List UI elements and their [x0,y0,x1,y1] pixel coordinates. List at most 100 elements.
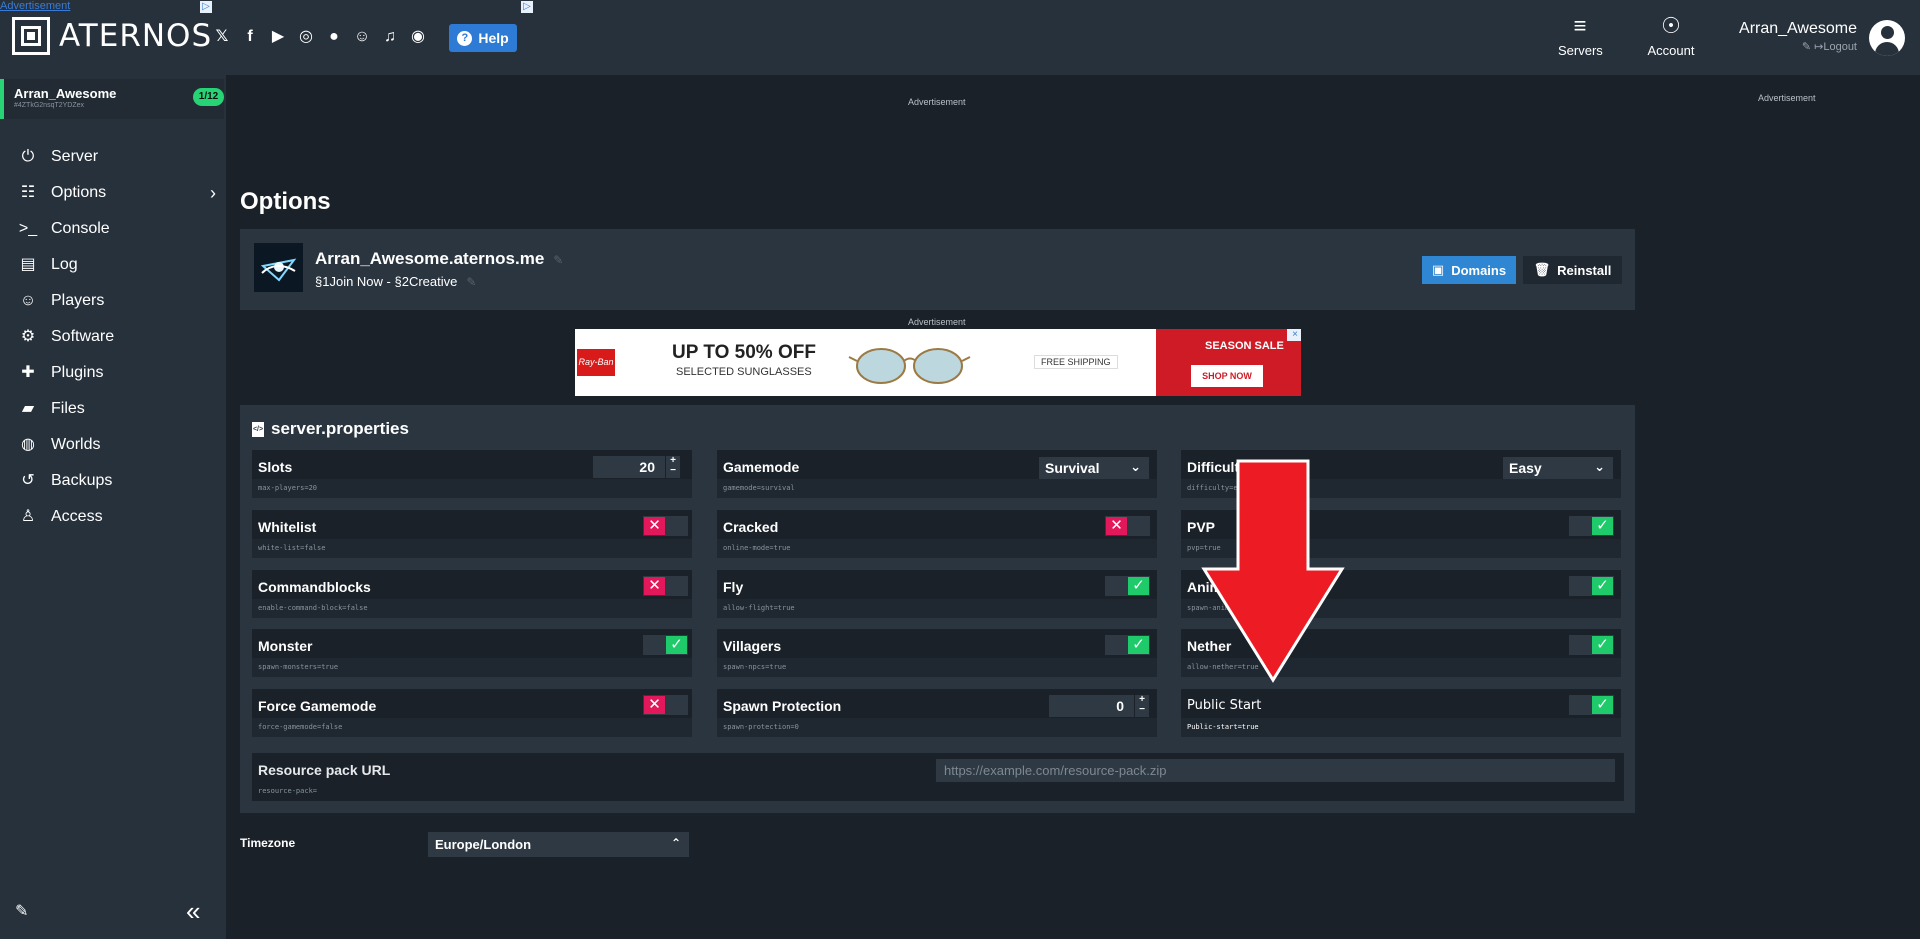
difficulty-select[interactable]: Easy ⌄ [1503,457,1613,479]
domains-button[interactable]: ▣ Domains [1422,256,1516,284]
public-start-toggle[interactable]: ✓ [1569,695,1614,715]
sidebar-item-software[interactable]: ⚙ Software [0,319,226,355]
wand-icon: ✎ [1801,41,1812,53]
sidebar-item-players[interactable]: ☺ Players [0,283,226,319]
discord-icon[interactable]: ☺ [352,27,372,47]
reddit-icon[interactable]: ● [324,27,344,47]
puzzle-icon: ✚ [21,364,35,381]
servers-icon: ≡ [1573,13,1587,38]
user-menu[interactable]: Arran_Awesome ✎ ↦Logout [1739,20,1857,53]
sidebar-item-console[interactable]: >_ Console [0,211,226,247]
chevron-down-icon: ⌄ [1130,459,1141,474]
slots-stepper[interactable]: 20 + − [593,456,680,478]
reinstall-button[interactable]: 🗑 Reinstall [1523,256,1622,284]
whitelist-toggle[interactable]: ✕ [643,516,688,536]
sidebar-item-worlds[interactable]: ◍ Worlds [0,427,226,463]
shop-now-button[interactable]: SHOP NOW [1191,365,1263,387]
brand-name: ATERNOS [59,18,213,54]
sidebar-item-backups[interactable]: ↺ Backups [0,463,226,499]
github-icon[interactable]: ◉ [408,27,428,47]
animals-toggle[interactable]: ✓ [1569,576,1614,596]
collapse-sidebar-icon[interactable]: « [186,898,200,924]
ad-choices-icon[interactable]: ▷ [521,1,533,13]
sunglasses-advertisement-banner[interactable]: Ray-Ban UP TO 50% OFF SELECTED SUNGLASSE… [575,329,1301,396]
plus-minus-icon[interactable]: + − [1134,695,1149,717]
book-icon: ▣ [1431,262,1445,277]
property-whitelist: Whitelist white-list=false ✕ [252,510,692,558]
sidebar-item-files[interactable]: ▰ Files [0,391,226,427]
sidebar-item-label: Options [51,184,107,201]
property-label: Fly [723,579,744,595]
property-key: spawn-npcs=true [723,663,787,671]
gamemode-select[interactable]: Survival ⌄ [1039,457,1149,479]
spawn-protection-stepper[interactable]: 0 + − [1049,695,1149,717]
close-icon: ✕ [1106,517,1127,535]
check-icon: ✓ [1592,577,1613,595]
commandblocks-toggle[interactable]: ✕ [643,576,688,596]
advertisement-label: Advertisement [908,317,966,327]
advertisement-label: Advertisement [1758,93,1816,103]
server-motd-text: §1Join Now - §2Creative [315,274,458,289]
logout-link[interactable]: ✎ ↦Logout [1739,40,1857,53]
sidebar-item-label: Console [51,220,110,237]
property-label: Spawn Protection [723,698,842,714]
magic-wand-icon[interactable]: ✎ [15,901,28,921]
twitter-icon[interactable]: 𝕏 [212,27,232,47]
property-key: max-players=20 [258,484,318,492]
sidebar-item-options[interactable]: ☷ Options › [0,175,226,211]
check-icon: ✓ [1592,636,1613,654]
broken-advertisement-link[interactable]: Advertisement [0,0,70,12]
youtube-icon[interactable]: ▶ [268,27,288,47]
cracked-toggle[interactable]: ✕ [1105,516,1150,536]
sidebar-item-log[interactable]: ▤ Log [0,247,226,283]
user-lock-icon: ♙ [20,508,36,525]
properties-title: </> server.properties [252,419,409,439]
nav-account[interactable]: ☉ Account [1645,14,1697,59]
property-nether: Nether allow-nether=true ✓ [1181,629,1621,677]
fly-toggle[interactable]: ✓ [1105,576,1150,596]
monster-toggle[interactable]: ✓ [643,635,688,655]
server-header-card: Arran_Awesome.aternos.me ✎ §1Join Now - §… [240,229,1635,310]
property-key: spawn-animals=true [1187,604,1263,612]
spawn-protection-value: 0 [1116,698,1124,714]
chevron-right-icon: › [210,183,216,203]
page-title: Options [240,188,331,215]
pvp-toggle[interactable]: ✓ [1569,516,1614,536]
timezone-select[interactable]: Europe/London ⌃ [428,832,689,857]
nav-account-label: Account [1647,43,1695,58]
edit-icon[interactable]: ✎ [466,275,476,289]
support-icon[interactable]: ♫ [380,27,400,47]
timezone-value: Europe/London [435,837,532,852]
server-id: #4ZTkG2nsqT2YDZex [14,102,85,109]
help-button[interactable]: ? Help [449,24,517,52]
current-server-card[interactable]: Arran_Awesome #4ZTkG2nsqT2YDZex 1/12 [0,79,224,119]
property-label: Nether [1187,638,1232,654]
sidebar: Arran_Awesome #4ZTkG2nsqT2YDZex 1/12 ⏻ Se… [0,75,226,939]
avatar[interactable] [1869,20,1905,56]
nav-servers[interactable]: ≡ Servers [1558,13,1603,59]
property-key: spawn-monsters=true [258,663,339,671]
facebook-icon[interactable]: f [240,27,260,47]
file-icon: ▤ [20,256,36,273]
property-key: spawn-protection=0 [723,723,799,731]
sidebar-item-label: Files [51,400,85,417]
ad-choices-icon[interactable]: ▷ [200,1,212,13]
slots-value: 20 [639,459,655,475]
property-monster: Monster spawn-monsters=true ✓ [252,629,692,677]
sidebar-item-server[interactable]: ⏻ Server [0,139,226,175]
server-address: Arran_Awesome.aternos.me ✎ [315,249,563,269]
sidebar-item-access[interactable]: ♙ Access [0,499,226,535]
resource-pack-url-input[interactable]: https://example.com/resource-pack.zip [936,759,1615,782]
sidebar-item-plugins[interactable]: ✚ Plugins [0,355,226,391]
edit-icon[interactable]: ✎ [553,253,563,267]
force-gamemode-toggle[interactable]: ✕ [643,695,688,715]
property-pvp: PVP pvp=true ✓ [1181,510,1621,558]
ad-close-icon[interactable]: × [1289,329,1301,341]
aternos-logo[interactable]: ATERNOS [12,17,212,55]
nether-toggle[interactable]: ✓ [1569,635,1614,655]
timezone-label: Timezone [240,836,296,850]
villagers-toggle[interactable]: ✓ [1105,635,1150,655]
logout-label: Logout [1823,41,1857,53]
instagram-icon[interactable]: ◎ [296,27,316,47]
plus-minus-icon[interactable]: + − [665,456,680,478]
